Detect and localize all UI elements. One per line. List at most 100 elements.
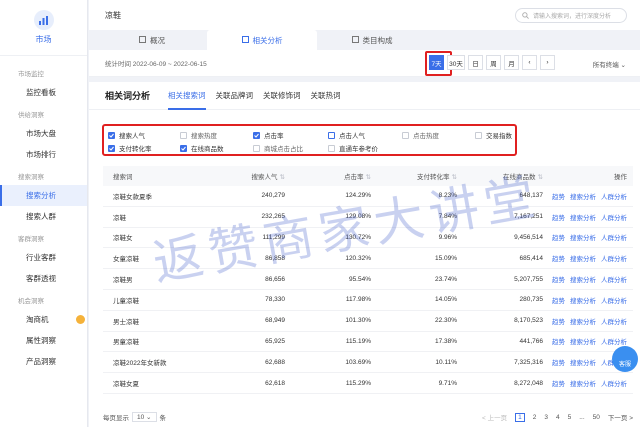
search-analysis-link[interactable]: 搜索分析 (570, 212, 596, 222)
sidebar-item-customer-insight[interactable]: 客群透视 (0, 268, 87, 289)
crowd-analysis-link[interactable]: 人群分析 (601, 232, 627, 242)
per-page-select[interactable]: 10 ⌄ (132, 412, 157, 422)
sidebar-item-product-insight[interactable]: 产品洞察 (0, 351, 87, 372)
trend-link[interactable]: 趋势 (552, 357, 565, 367)
prev-page-button[interactable]: < 上一页 (482, 412, 507, 422)
period-30d-button[interactable]: 30天 (447, 55, 465, 70)
crowd-analysis-link[interactable]: 人群分析 (601, 274, 627, 284)
sidebar-item-taoshangji[interactable]: 淘商机 (0, 309, 87, 330)
trend-link[interactable]: 趋势 (552, 378, 565, 388)
metric-search-popularity[interactable]: 搜索人气 (108, 130, 145, 140)
metric-ztc-price[interactable]: 直通车参考价 (328, 143, 378, 153)
search-analysis-link[interactable]: 搜索分析 (570, 336, 596, 346)
chevron-down-icon: ⌄ (620, 62, 626, 69)
search-analysis-link[interactable]: 搜索分析 (570, 274, 596, 284)
page-50-button[interactable]: 50 (593, 414, 600, 421)
page-1-button[interactable]: 1 (515, 412, 525, 422)
col-pay-conversion[interactable]: 支付转化率 ⇅ (371, 171, 457, 181)
sidebar-item-search-crowd[interactable]: 搜索人群 (0, 206, 87, 227)
metric-trade-index[interactable]: 交易指数 (475, 130, 512, 140)
tab-overview[interactable]: 概况 (97, 30, 207, 50)
col-label: 搜索人气 (251, 174, 278, 181)
terminal-filter-dropdown[interactable]: 所有终端 ⌄ (593, 59, 626, 69)
sidebar-item-industry-customer[interactable]: 行业客群 (0, 247, 87, 268)
sidebar-item-monitor-board[interactable]: 监控看板 (0, 82, 87, 103)
search-analysis-link[interactable]: 搜索分析 (570, 191, 596, 201)
sidebar-item-attribute-insight[interactable]: 属性洞察 (0, 330, 87, 351)
search-analysis-link[interactable]: 搜索分析 (570, 253, 596, 263)
next-period-button[interactable]: › (540, 55, 555, 70)
brand[interactable]: 市场 (0, 0, 87, 56)
sidebar-item-search-analysis[interactable]: 搜索分析 (0, 185, 87, 206)
trend-link[interactable]: 趋势 (552, 191, 565, 201)
trend-link[interactable]: 趋势 (552, 232, 565, 242)
subtab-related-modifier[interactable]: 关联修饰词 (263, 82, 301, 110)
crowd-analysis-link[interactable]: 人群分析 (601, 336, 627, 346)
crowd-analysis-link[interactable]: 人群分析 (601, 316, 627, 326)
col-click-rate[interactable]: 点击率 ⇅ (285, 171, 371, 181)
row-actions: 趋势搜索分析人群分析 (543, 212, 633, 222)
crowd-analysis-link[interactable]: 人群分析 (601, 378, 627, 388)
search-analysis-link[interactable]: 搜索分析 (570, 295, 596, 305)
page-4-button[interactable]: 4 (556, 414, 560, 421)
period-day-button[interactable]: 日 (468, 55, 483, 70)
table-cell: 凉鞋 (113, 214, 126, 222)
subtab-related-search[interactable]: 相关搜索词 (168, 82, 206, 110)
metric-click-popularity[interactable]: 点击人气 (328, 130, 365, 140)
search-input[interactable]: 请输入搜索词，进行深度分析 (515, 7, 627, 23)
search-analysis-link[interactable]: 搜索分析 (570, 316, 596, 326)
table-cell: 14.05% (434, 296, 457, 304)
page-5-button[interactable]: 5 (568, 414, 572, 421)
checkbox-unchecked (475, 131, 482, 139)
sidebar-item-label: 淘商机 (26, 315, 49, 324)
customer-service-button[interactable]: 客服 (612, 346, 638, 372)
table-row: 女童凉鞋 86,858 120.32% 15.09% 685,414 趋势 搜索分析 人群分析 (103, 248, 633, 270)
crowd-analysis-link[interactable]: 人群分析 (601, 212, 627, 222)
next-page-button[interactable]: 下一页 > (608, 412, 633, 422)
trend-link[interactable]: 趋势 (552, 212, 565, 222)
tab-related-analysis[interactable]: 相关分析 (207, 30, 317, 50)
table-cell: 240,279 (261, 192, 286, 200)
metric-search-heat[interactable]: 搜索热度 (180, 130, 217, 140)
trend-link[interactable]: 趋势 (552, 295, 565, 305)
col-online-items[interactable]: 在线商品数 ⇅ (457, 171, 543, 181)
page-3-button[interactable]: 3 (544, 414, 548, 421)
table-cell: 280,735 (519, 296, 544, 304)
trend-link[interactable]: 趋势 (552, 336, 565, 346)
sidebar-item-market-rank[interactable]: 市场排行 (0, 144, 87, 165)
table-cell: 62,688 (265, 358, 285, 366)
trend-link[interactable]: 趋势 (552, 316, 565, 326)
metric-mall-click-share[interactable]: 商城点击占比 (253, 143, 303, 153)
subtab-related-hot[interactable]: 关联热词 (311, 82, 341, 110)
trend-link[interactable]: 趋势 (552, 253, 565, 263)
subtab-related-brand[interactable]: 关联品牌词 (216, 82, 254, 110)
period-month-button[interactable]: 月 (504, 55, 519, 70)
page-2-button[interactable]: 2 (533, 414, 537, 421)
col-search-popularity[interactable]: 搜索人气 ⇅ (207, 171, 285, 181)
metric-selector: 搜索人气 搜索热度 点击率 点击人气 点击热度 交易指数 支付转化率 在线商品数… (102, 124, 517, 156)
tab-category[interactable]: 类目构成 (317, 30, 427, 50)
crowd-analysis-link[interactable]: 人群分析 (601, 191, 627, 201)
metric-click-heat[interactable]: 点击热度 (402, 130, 439, 140)
keywords-table: 搜索词 搜索人气 ⇅ 点击率 ⇅ 支付转化率 ⇅ 在线商品数 ⇅ 操作 凉鞋女款夏季 24… (103, 166, 633, 394)
sidebar-item-market-overview[interactable]: 市场大盘 (0, 123, 87, 144)
metric-online-items[interactable]: 在线商品数 (180, 143, 224, 153)
period-week-button[interactable]: 周 (486, 55, 501, 70)
period-7d-button[interactable]: 7天 (429, 55, 444, 70)
metric-click-rate[interactable]: 点击率 (253, 130, 284, 140)
search-analysis-link[interactable]: 搜索分析 (570, 232, 596, 242)
trend-link[interactable]: 趋势 (552, 274, 565, 284)
table-cell: 女童凉鞋 (113, 256, 139, 264)
search-analysis-link[interactable]: 搜索分析 (570, 378, 596, 388)
file-icon (351, 35, 359, 45)
per-page-unit: 条 (159, 415, 167, 422)
topbar: 凉鞋 请输入搜索词，进行深度分析 (89, 0, 640, 30)
table-cell: 17.38% (434, 337, 457, 345)
table-cell: 232,265 (261, 213, 286, 221)
search-analysis-link[interactable]: 搜索分析 (570, 357, 596, 367)
table-cell: 130.72% (345, 233, 371, 241)
crowd-analysis-link[interactable]: 人群分析 (601, 295, 627, 305)
metric-pay-conversion[interactable]: 支付转化率 (108, 143, 152, 153)
crowd-analysis-link[interactable]: 人群分析 (601, 253, 627, 263)
prev-period-button[interactable]: ‹ (522, 55, 537, 70)
